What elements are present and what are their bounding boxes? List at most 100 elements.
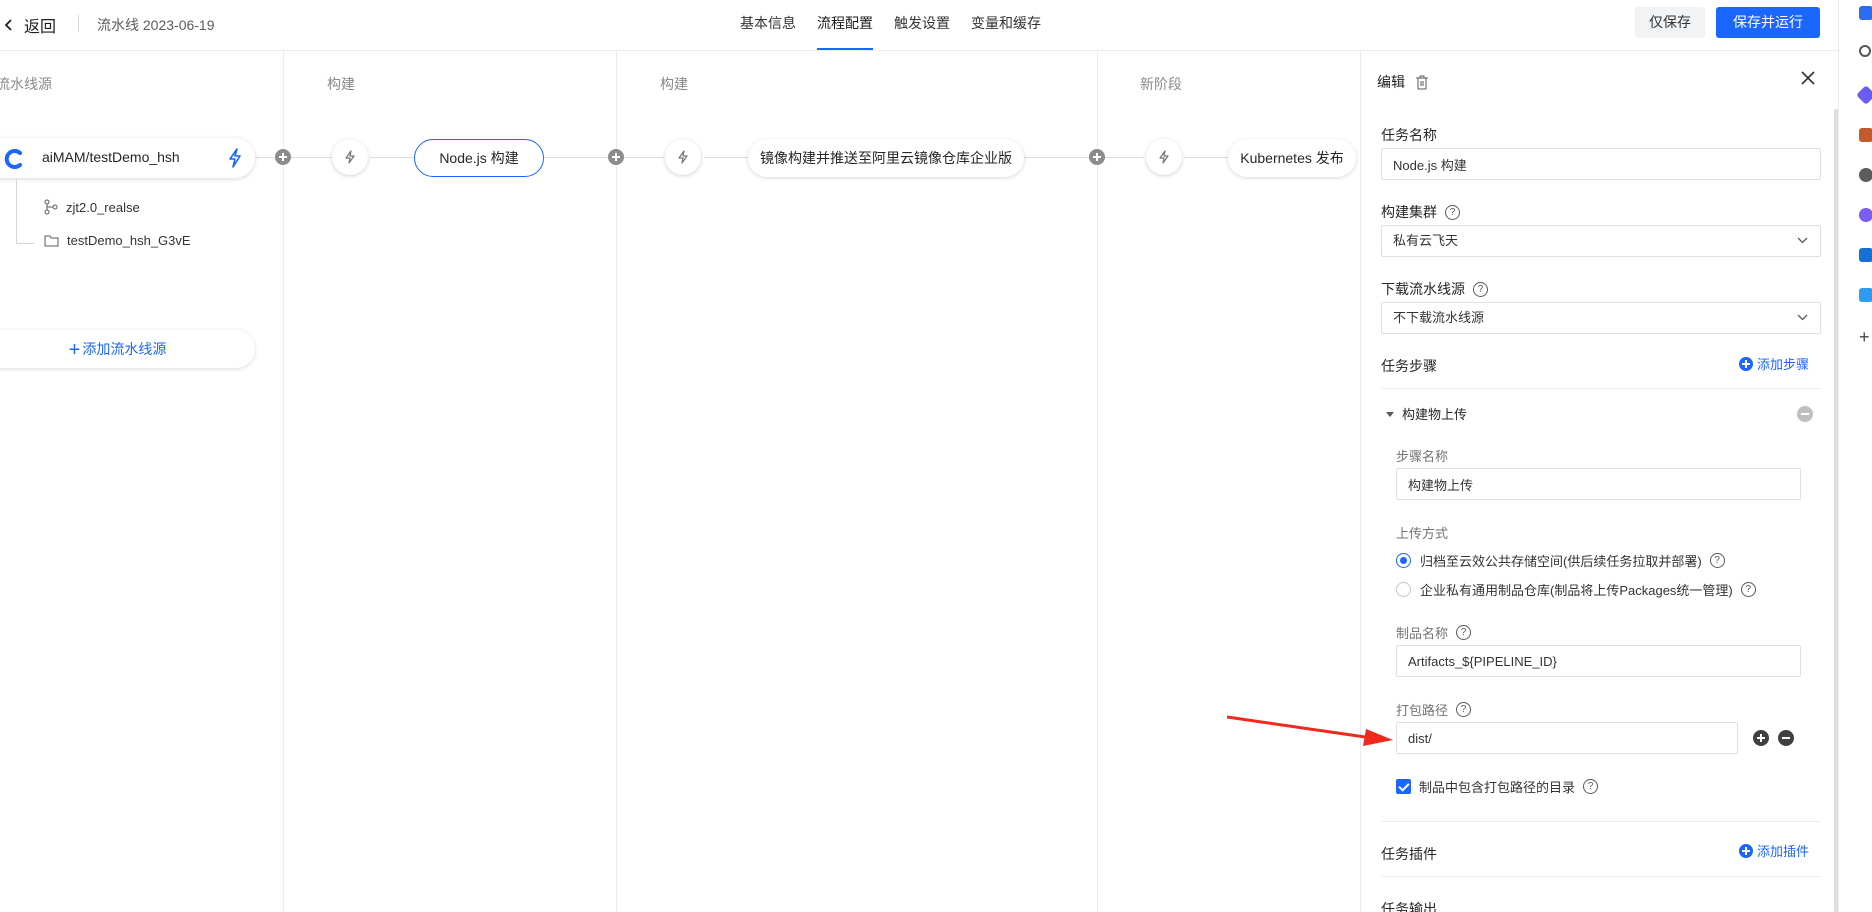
- source-folder: testDemo_hsh_G3vE: [44, 233, 191, 248]
- stage-title-new: 新阶段: [1140, 76, 1182, 92]
- chevron-down-icon: [1797, 237, 1808, 244]
- back-label: 返回: [24, 19, 57, 36]
- outlook-icon[interactable]: [1859, 248, 1872, 262]
- close-icon[interactable]: [1798, 68, 1818, 88]
- add-stage-button[interactable]: [608, 149, 624, 165]
- output-label: 任务输出: [1381, 901, 1437, 912]
- caret-down-icon: [1386, 411, 1394, 417]
- pipeline-canvas: 流水线源 构建 构建 新阶段 Node.js 构建 镜像构建并推送至阿里云镜像仓…: [0, 51, 1360, 912]
- codeup-logo-icon: [4, 149, 22, 169]
- app-shortcut-icon[interactable]: [1856, 85, 1872, 105]
- cluster-label-text: 构建集群: [1381, 204, 1437, 220]
- toolbox-icon[interactable]: [1859, 128, 1872, 142]
- stage-trigger-button[interactable]: [1146, 139, 1182, 175]
- connector-line: [704, 157, 749, 158]
- cluster-label: 构建集群?: [1381, 202, 1460, 222]
- tab-variables-cache[interactable]: 变量和缓存: [971, 0, 1041, 51]
- stage-trigger-button[interactable]: [332, 139, 368, 175]
- save-only-button[interactable]: 仅保存: [1635, 7, 1705, 38]
- step-title: 构建物上传: [1402, 407, 1468, 422]
- send-icon[interactable]: [1859, 288, 1872, 302]
- add-source-label: 添加流水线源: [82, 341, 167, 357]
- save-and-run-button[interactable]: 保存并运行: [1716, 7, 1820, 38]
- radio-selected[interactable]: [1396, 553, 1411, 568]
- app-shortcut-icon[interactable]: [1859, 208, 1872, 222]
- connector-line: [544, 157, 664, 158]
- include-dir-checkbox-row[interactable]: 制品中包含打包路径的目录 ?: [1396, 777, 1599, 796]
- add-stage-button[interactable]: [275, 149, 291, 165]
- artifact-name-input[interactable]: [1396, 645, 1801, 677]
- back-button[interactable]: 返回: [0, 13, 56, 37]
- tab-basic-info[interactable]: 基本信息: [740, 0, 796, 51]
- branch-icon: [44, 199, 58, 215]
- add-stage-button[interactable]: [1089, 149, 1105, 165]
- branch-name: zjt2.0_realse: [66, 199, 140, 215]
- add-step-button[interactable]: 添加步骤: [1739, 354, 1809, 373]
- task-name-input[interactable]: [1381, 148, 1821, 180]
- help-icon[interactable]: ?: [1740, 582, 1756, 597]
- steps-label: 任务步骤: [1381, 358, 1437, 374]
- package-path-input[interactable]: [1396, 722, 1738, 754]
- help-icon[interactable]: ?: [1709, 553, 1725, 568]
- tab-trigger-settings[interactable]: 触发设置: [894, 0, 950, 51]
- chevron-left-icon: [4, 19, 12, 31]
- download-label-text: 下载流水线源: [1381, 281, 1465, 297]
- task-kubernetes-deploy[interactable]: Kubernetes 发布: [1228, 139, 1356, 177]
- divider: [1381, 388, 1821, 389]
- plus-circle-icon: [1739, 356, 1753, 371]
- task-node-build[interactable]: Node.js 构建: [414, 139, 544, 177]
- help-icon[interactable]: ?: [1456, 702, 1472, 717]
- download-label: 下载流水线源?: [1381, 279, 1488, 299]
- source-repo-name: aiMAM/testDemo_hsh: [42, 149, 180, 165]
- panel-title: 编辑: [1377, 74, 1405, 90]
- radio-option-private[interactable]: 企业私有通用制品仓库(制品将上传Packages统一管理) ?: [1396, 580, 1756, 599]
- help-icon[interactable]: ?: [1445, 204, 1460, 220]
- artifact-name-label-text: 制品名称: [1396, 626, 1449, 641]
- side-toolbar: +: [1838, 0, 1872, 912]
- divider: [1381, 876, 1821, 877]
- help-icon[interactable]: ?: [1473, 281, 1488, 297]
- add-path-button[interactable]: [1753, 730, 1769, 746]
- download-select[interactable]: 不下载流水线源: [1381, 302, 1821, 334]
- remove-path-button[interactable]: [1778, 730, 1794, 746]
- add-source-button[interactable]: + 添加流水线源: [0, 330, 255, 368]
- trash-icon[interactable]: [1415, 75, 1429, 90]
- pipeline-title: 流水线 2023-06-19: [97, 17, 215, 33]
- stage-trigger-button[interactable]: [665, 139, 701, 175]
- add-plugin-button[interactable]: 添加插件: [1739, 841, 1809, 860]
- cluster-select[interactable]: 私有云飞天: [1381, 225, 1821, 257]
- step-name-input[interactable]: [1396, 468, 1801, 500]
- help-icon[interactable]: ?: [1583, 779, 1599, 794]
- option-private-label: 企业私有通用制品仓库(制品将上传Packages统一管理): [1420, 583, 1733, 598]
- pipeline-source-card[interactable]: aiMAM/testDemo_hsh: [0, 138, 255, 178]
- search-icon[interactable]: [1859, 45, 1871, 57]
- source-branch: zjt2.0_realse: [44, 199, 140, 215]
- include-dir-checkbox[interactable]: [1396, 779, 1411, 794]
- step-header[interactable]: 构建物上传: [1385, 404, 1467, 423]
- user-icon[interactable]: [1859, 168, 1872, 182]
- radio-unselected[interactable]: [1396, 582, 1411, 597]
- help-icon[interactable]: ?: [1456, 625, 1472, 640]
- plugins-label: 任务插件: [1381, 846, 1437, 862]
- app-shortcut-icon[interactable]: [1859, 6, 1872, 20]
- artifact-name-label: 制品名称?: [1396, 623, 1472, 642]
- stage-divider: [1097, 51, 1098, 912]
- upload-method-label: 上传方式: [1396, 526, 1449, 541]
- stage-title-source: 流水线源: [0, 76, 52, 92]
- package-path-label-text: 打包路径: [1396, 703, 1449, 718]
- tree-line: [16, 178, 17, 243]
- task-image-build-push[interactable]: 镜像构建并推送至阿里云镜像仓库企业版: [748, 139, 1024, 177]
- stage-divider: [616, 51, 617, 912]
- remove-step-button[interactable]: [1797, 406, 1813, 422]
- tab-flow-config[interactable]: 流程配置: [817, 0, 873, 51]
- download-value: 不下载流水线源: [1393, 310, 1485, 325]
- lightning-icon[interactable]: [227, 148, 243, 168]
- add-step-label: 添加步骤: [1757, 357, 1810, 372]
- edit-panel: 编辑 任务名称 构建集群? 私有云飞天 下载流水线源? 不下载流水线源 任务步骤…: [1360, 51, 1838, 912]
- cluster-value: 私有云飞天: [1393, 233, 1459, 248]
- plus-icon[interactable]: +: [1859, 328, 1872, 346]
- config-tabs: 基本信息 流程配置 触发设置 变量和缓存: [740, 0, 1062, 51]
- connector-line: [1024, 157, 1144, 158]
- radio-option-public[interactable]: 归档至云效公共存储空间(供后续任务拉取并部署) ?: [1396, 551, 1725, 570]
- divider: [1381, 821, 1821, 822]
